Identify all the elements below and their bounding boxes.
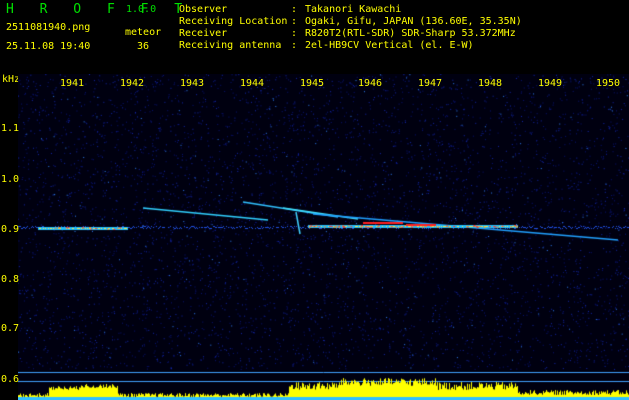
app-title: H R O F F T bbox=[6, 2, 192, 17]
date-time: 25.11.08 19:40 bbox=[6, 41, 91, 52]
x-tick-label: 1950 bbox=[596, 78, 621, 89]
meteor-count: 36 bbox=[137, 41, 150, 52]
info-value: Ogaki, Gifu, JAPAN (136.60E, 35.35N) bbox=[305, 16, 522, 27]
info-value: 2el-HB9CV Vertical (el. E-W) bbox=[305, 40, 474, 51]
x-tick-label: 1942 bbox=[120, 78, 145, 89]
info-key: Receiving Location bbox=[179, 16, 288, 27]
y-tick-label: 0.8 bbox=[1, 274, 20, 285]
y-tick-label: 0.9 bbox=[1, 224, 20, 235]
spectrogram-plot bbox=[18, 74, 629, 400]
y-tick-label: 1.1 bbox=[1, 123, 20, 134]
app-version: 1.0.0 bbox=[126, 4, 157, 15]
y-tick-label: 0.6 bbox=[1, 374, 20, 385]
info-key: Receiver bbox=[179, 28, 228, 39]
info-colon: : bbox=[291, 16, 298, 27]
x-tick-label: 1943 bbox=[180, 78, 205, 89]
info-row-observer: Observer: Takanori Kawachi bbox=[179, 4, 401, 15]
file-name: 2511081940.png bbox=[6, 22, 91, 33]
y-tick-label: 1.0 bbox=[1, 174, 20, 185]
x-tick-label: 1941 bbox=[60, 78, 85, 89]
x-tick-label: 1948 bbox=[478, 78, 503, 89]
x-tick-label: 1949 bbox=[538, 78, 563, 89]
info-key: Receiving antenna bbox=[179, 40, 282, 51]
x-tick-label: 1947 bbox=[418, 78, 443, 89]
x-tick-label: 1944 bbox=[240, 78, 265, 89]
meteor-label: meteor bbox=[125, 27, 162, 38]
info-value: Takanori Kawachi bbox=[305, 4, 402, 15]
info-row-location: Receiving Location: Ogaki, Gifu, JAPAN (1… bbox=[179, 16, 522, 27]
info-row-antenna: Receiving antenna:2el-HB9CV Vertical (el… bbox=[179, 40, 474, 51]
info-row-receiver: Receiver: R820T2(RTL-SDR) SDR-Sharp 53.37… bbox=[179, 28, 516, 39]
info-colon: : bbox=[291, 4, 298, 15]
x-tick-label: 1945 bbox=[300, 78, 325, 89]
info-value: R820T2(RTL-SDR) SDR-Sharp 53.372MHz bbox=[305, 28, 516, 39]
info-colon: : bbox=[291, 40, 298, 51]
header-panel: H R O F F T 1.0.0 2511081940.png 25.11.0… bbox=[0, 0, 629, 74]
info-key: Observer bbox=[179, 4, 228, 15]
x-tick-label: 1946 bbox=[358, 78, 383, 89]
info-colon: : bbox=[291, 28, 298, 39]
y-tick-label: 0.7 bbox=[1, 323, 20, 334]
